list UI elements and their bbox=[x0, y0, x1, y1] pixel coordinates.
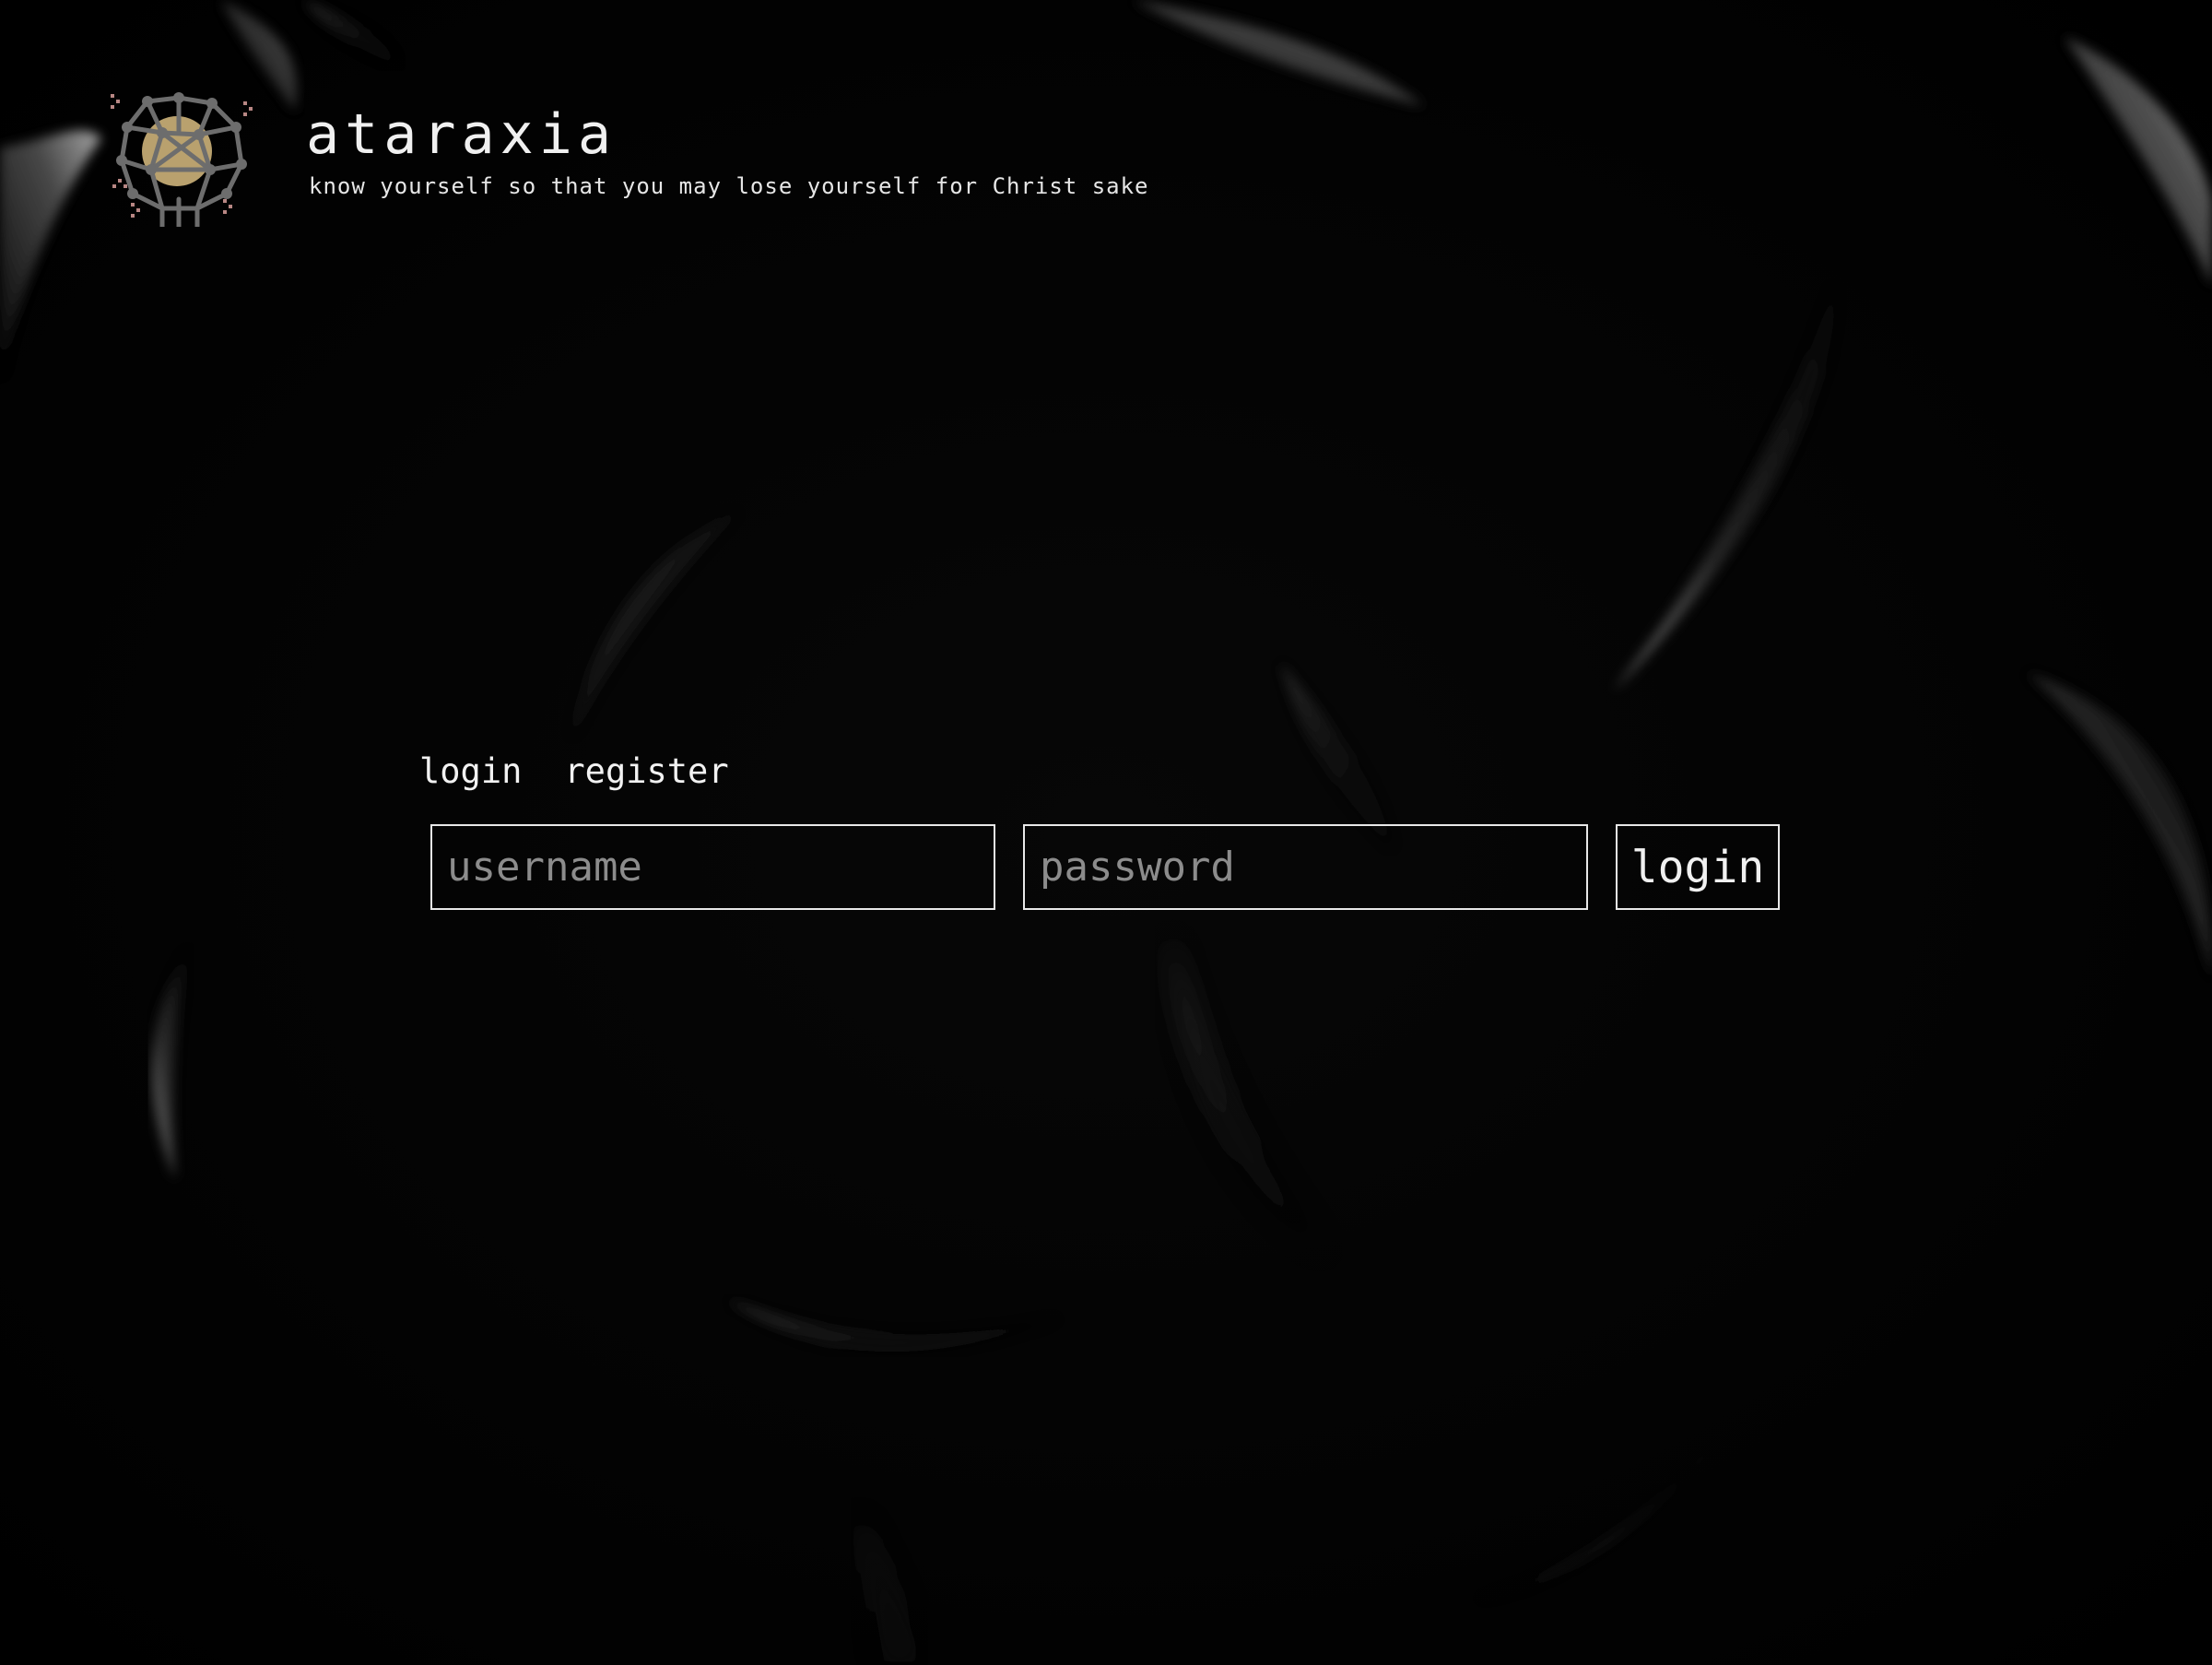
tab-register[interactable]: register bbox=[564, 754, 728, 788]
site-title: ataraxia bbox=[306, 102, 617, 167]
username-input[interactable] bbox=[430, 824, 995, 910]
password-input[interactable] bbox=[1023, 824, 1588, 910]
site-tagline: know yourself so that you may lose yours… bbox=[309, 173, 1149, 199]
network-brain-moon-icon bbox=[111, 92, 253, 227]
auth-tabs: login register bbox=[419, 754, 729, 788]
site-header: ataraxia know yourself so that you may l… bbox=[109, 90, 1148, 227]
login-form: login bbox=[430, 824, 1780, 910]
login-button[interactable]: login bbox=[1616, 824, 1780, 910]
auth-panel: login register login bbox=[419, 754, 1780, 910]
page: ataraxia know yourself so that you may l… bbox=[0, 0, 2212, 1665]
tab-login[interactable]: login bbox=[419, 754, 522, 788]
